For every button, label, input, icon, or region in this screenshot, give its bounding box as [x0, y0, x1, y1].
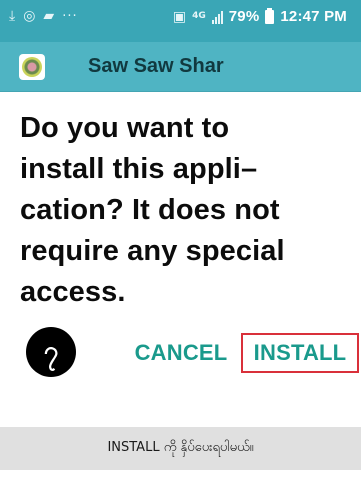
phone-screen: ⤓ ◎ ▰ ··· ▣ 4G 79% 12:47 PM Saw Saw Shar… — [0, 0, 361, 388]
title-bar: Saw Saw Shar — [0, 42, 361, 92]
messenger-icon: ◎ — [23, 8, 36, 24]
lte-icon: 4G — [192, 11, 206, 21]
download-icon: ⤓ — [9, 8, 16, 24]
battery-percent: 79% — [228, 8, 260, 25]
video-icon: ▰ — [43, 8, 55, 24]
app-icon — [19, 54, 45, 80]
status-bar-right: ▣ 4G 79% 12:47 PM — [172, 7, 347, 25]
install-button[interactable]: INSTALL — [241, 333, 359, 373]
step-number-badge: ၇ — [26, 327, 76, 377]
install-prompt-message: Do you want to install this appli– catio… — [20, 112, 285, 308]
more-dots-icon: ··· — [62, 8, 78, 24]
cancel-button[interactable]: CANCEL — [120, 333, 242, 373]
status-bar: ⤓ ◎ ▰ ··· ▣ 4G 79% 12:47 PM — [0, 0, 361, 42]
caption-bar: INSTALL ကို နှိပ်ပေးရပါမယ်။ — [0, 427, 361, 470]
clock: 12:47 PM — [280, 8, 347, 25]
app-title: Saw Saw Shar — [88, 55, 224, 77]
caption-text: INSTALL ကို နှိပ်ပေးရပါမယ်။ — [107, 440, 254, 455]
signal-icon — [211, 10, 223, 24]
sim-icon: ▣ — [172, 8, 187, 25]
battery-icon — [265, 7, 275, 24]
status-bar-left: ⤓ ◎ ▰ ··· — [9, 9, 78, 23]
